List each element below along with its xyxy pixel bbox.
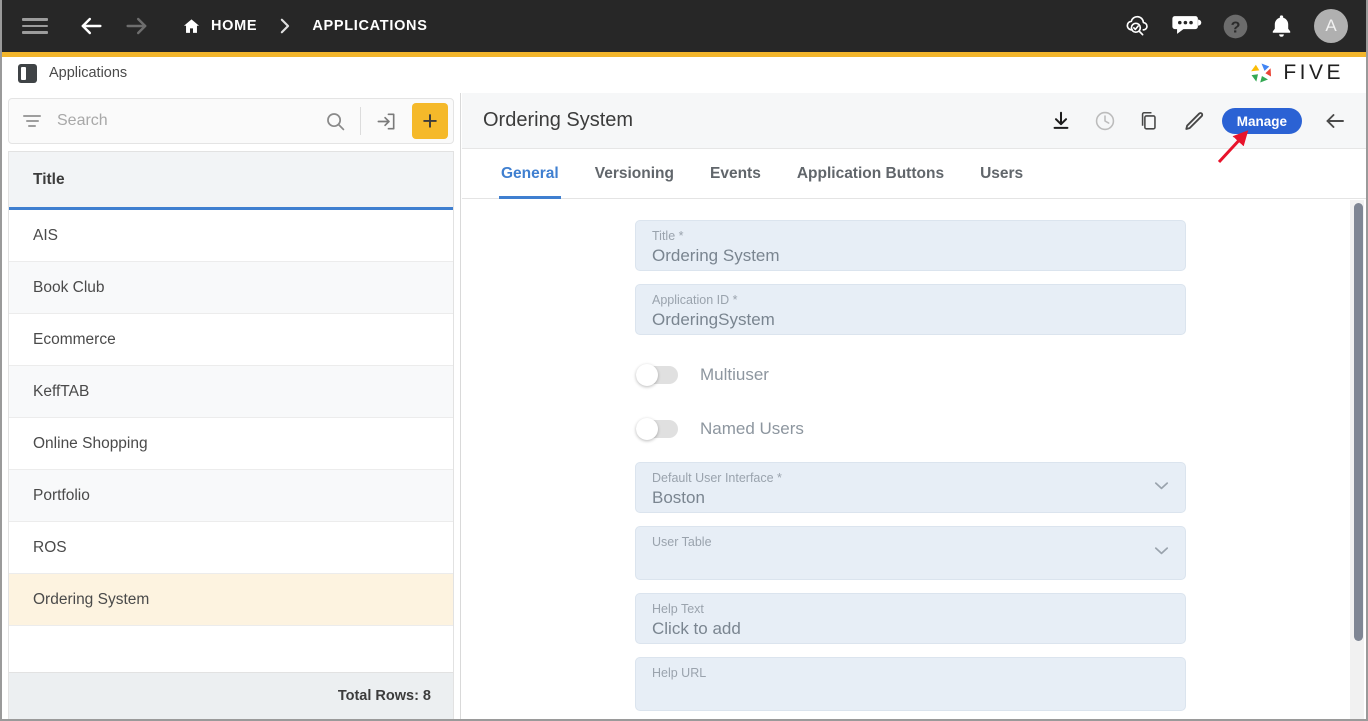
title-field[interactable]: Title * Ordering System	[635, 220, 1186, 271]
tab-general[interactable]: General	[483, 149, 577, 199]
search-icon[interactable]	[325, 111, 346, 132]
application-id-value: OrderingSystem	[652, 310, 775, 329]
top-navigation-bar: HOME APPLICATIONS ? A	[2, 0, 1366, 52]
applications-grid: Title AIS Book Club Ecommerce KeffTAB On…	[8, 151, 454, 719]
hamburger-menu-icon[interactable]	[22, 17, 48, 35]
detail-action-bar: Manage	[1044, 93, 1352, 149]
help-url-field[interactable]: Help URL	[635, 657, 1186, 711]
user-avatar[interactable]: A	[1314, 9, 1348, 43]
help-text-field[interactable]: Help Text Click to add	[635, 593, 1186, 644]
applications-list-panel: + Title AIS Book Club Ecommerce KeffTAB …	[2, 93, 461, 719]
table-row[interactable]: Ecommerce	[9, 314, 453, 366]
sub-header: Applications FIVE	[2, 57, 1366, 89]
table-row[interactable]: KeffTAB	[9, 366, 453, 418]
search-input[interactable]	[57, 112, 325, 130]
general-form: Title * Ordering System Application ID *…	[462, 200, 1366, 719]
breadcrumb-home-label: HOME	[211, 18, 258, 34]
detail-header: Ordering System Manage	[462, 93, 1366, 149]
tab-users[interactable]: Users	[962, 149, 1041, 198]
five-wordmark: FIVE	[1283, 61, 1344, 84]
chat-bot-icon[interactable]	[1172, 13, 1202, 39]
title-field-value: Ordering System	[652, 246, 780, 265]
tab-events[interactable]: Events	[692, 149, 779, 198]
history-clock-icon[interactable]	[1088, 104, 1122, 138]
table-row-empty	[9, 626, 453, 672]
form-scrollbar-thumb[interactable]	[1354, 203, 1363, 641]
user-table-label: User Table	[652, 535, 712, 549]
manage-button[interactable]: Manage	[1221, 108, 1302, 134]
table-row[interactable]: Book Club	[9, 262, 453, 314]
top-bar-action-icons: ? A	[1123, 0, 1348, 52]
grid-body: AIS Book Club Ecommerce KeffTAB Online S…	[9, 210, 453, 672]
page-title: Ordering System	[483, 109, 634, 131]
help-text-label: Help Text	[652, 602, 704, 616]
row-title: ROS	[33, 538, 67, 556]
add-application-button[interactable]: +	[412, 103, 448, 139]
application-window: HOME APPLICATIONS ? A Applications FIVE …	[0, 0, 1368, 721]
forward-arrow-icon[interactable]	[122, 11, 152, 41]
named-users-toggle[interactable]	[636, 418, 678, 440]
help-icon[interactable]: ?	[1222, 13, 1249, 40]
applications-panel-icon	[18, 63, 37, 83]
user-table-field[interactable]: User Table	[635, 526, 1186, 580]
application-id-field[interactable]: Application ID * OrderingSystem	[635, 284, 1186, 335]
row-title: Book Club	[33, 278, 105, 296]
row-title: KeffTAB	[33, 382, 90, 400]
close-panel-arrow-icon[interactable]	[1318, 104, 1352, 138]
table-row[interactable]: Online Shopping	[9, 418, 453, 470]
multiuser-toggle[interactable]	[636, 364, 678, 386]
filter-icon[interactable]	[23, 115, 41, 127]
five-brand-logo: FIVE	[1248, 60, 1344, 86]
edit-pencil-icon[interactable]	[1176, 104, 1210, 138]
home-icon	[182, 17, 201, 36]
cloud-search-icon[interactable]	[1123, 12, 1152, 41]
table-row[interactable]: AIS	[9, 210, 453, 262]
grid-total-rows: Total Rows: 8	[9, 672, 453, 719]
svg-text:?: ?	[1231, 18, 1241, 36]
import-icon[interactable]	[375, 110, 398, 133]
five-pinwheel-icon	[1251, 63, 1272, 83]
table-row[interactable]: Portfolio	[9, 470, 453, 522]
default-user-interface-label: Default User Interface *	[652, 471, 782, 485]
named-users-label: Named Users	[700, 419, 804, 438]
toolbar-divider	[360, 107, 361, 135]
row-title: Portfolio	[33, 486, 90, 504]
breadcrumb-home[interactable]: HOME	[182, 17, 257, 36]
title-field-label: Title *	[652, 229, 684, 243]
row-title: Ecommerce	[33, 330, 116, 348]
help-url-label: Help URL	[652, 666, 707, 680]
column-header-title[interactable]: Title	[9, 171, 65, 189]
search-bar: +	[8, 98, 454, 144]
back-arrow-icon[interactable]	[76, 11, 106, 41]
help-text-value: Click to add	[652, 619, 741, 638]
copy-icon[interactable]	[1132, 104, 1166, 138]
application-detail-panel: Ordering System Manage General Versionin…	[462, 93, 1366, 719]
row-title: Ordering System	[33, 590, 150, 608]
default-user-interface-field[interactable]: Default User Interface * Boston	[635, 462, 1186, 513]
named-users-row: Named Users	[635, 402, 1186, 456]
toggle-knob	[636, 418, 658, 440]
multiuser-row: Multiuser	[635, 348, 1186, 402]
default-user-interface-value: Boston	[652, 488, 705, 507]
grid-header-row: Title	[9, 152, 453, 210]
table-row-selected[interactable]: Ordering System	[9, 574, 453, 626]
notifications-bell-icon[interactable]	[1269, 13, 1294, 39]
download-icon[interactable]	[1044, 104, 1078, 138]
breadcrumb-applications[interactable]: APPLICATIONS	[312, 18, 427, 34]
detail-tabs: General Versioning Events Application Bu…	[462, 149, 1366, 199]
tab-versioning[interactable]: Versioning	[577, 149, 692, 198]
toggle-knob	[636, 364, 658, 386]
row-title: AIS	[33, 226, 58, 244]
table-row[interactable]: ROS	[9, 522, 453, 574]
breadcrumb-separator-icon	[279, 18, 290, 34]
application-id-label: Application ID *	[652, 293, 738, 307]
row-title: Online Shopping	[33, 434, 148, 452]
sub-header-title: Applications	[49, 65, 128, 81]
tab-application-buttons[interactable]: Application Buttons	[779, 149, 962, 198]
multiuser-label: Multiuser	[700, 365, 769, 384]
